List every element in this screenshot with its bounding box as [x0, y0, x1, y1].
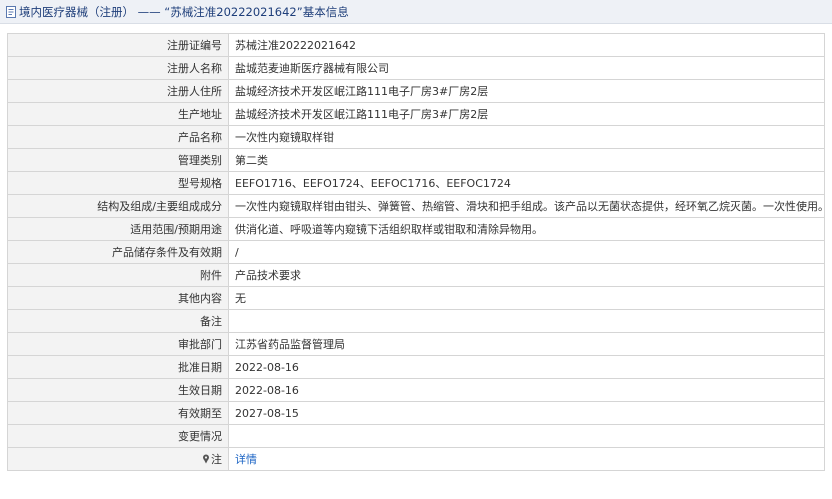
- row-label: 型号规格: [7, 171, 229, 195]
- row-value: 盐城经济技术开发区岷江路111电子厂房3#厂房2层: [228, 102, 825, 126]
- row-label: 其他内容: [7, 286, 229, 310]
- row-value: [228, 309, 825, 333]
- row-label: 附件: [7, 263, 229, 287]
- note-label-cell: 注: [7, 447, 229, 471]
- table-row: 型号规格 EEFO1716、EEFO1724、EEFOC1716、EEFOC172…: [7, 171, 825, 195]
- page-header: 境内医疗器械（注册） —— “苏械注准20222021642”基本信息: [0, 0, 832, 24]
- page-title: 境内医疗器械（注册） —— “苏械注准20222021642”基本信息: [19, 4, 349, 19]
- row-label: 产品储存条件及有效期: [7, 240, 229, 264]
- row-value: 供消化道、呼吸道等内窥镜下活组织取样或钳取和清除异物用。: [228, 217, 825, 241]
- row-label: 适用范围/预期用途: [7, 217, 229, 241]
- table-row: 注册人住所 盐城经济技术开发区岷江路111电子厂房3#厂房2层: [7, 79, 825, 103]
- row-label: 批准日期: [7, 355, 229, 379]
- row-value: 一次性内窥镜取样钳: [228, 125, 825, 149]
- table-row: 有效期至 2027-08-15: [7, 401, 825, 425]
- row-value: 江苏省药品监督管理局: [228, 332, 825, 356]
- details-link[interactable]: 详情: [235, 453, 257, 466]
- table-row: 批准日期 2022-08-16: [7, 355, 825, 379]
- row-value: 盐城经济技术开发区岷江路111电子厂房3#厂房2层: [228, 79, 825, 103]
- row-value: 苏械注准20222021642: [228, 33, 825, 57]
- row-value: [228, 424, 825, 448]
- row-label: 备注: [7, 309, 229, 333]
- row-label: 注册人名称: [7, 56, 229, 80]
- table-row: 结构及组成/主要组成成分 一次性内窥镜取样钳由钳头、弹簧管、热缩管、滑块和把手组成…: [7, 194, 825, 218]
- row-label: 审批部门: [7, 332, 229, 356]
- note-value-cell: 详情: [228, 447, 825, 471]
- table-row: 审批部门 江苏省药品监督管理局: [7, 332, 825, 356]
- row-value: 盐城范麦迪斯医疗器械有限公司: [228, 56, 825, 80]
- table-row: 注册人名称 盐城范麦迪斯医疗器械有限公司: [7, 56, 825, 80]
- info-table: 注册证编号 苏械注准20222021642 注册人名称 盐城范麦迪斯医疗器械有限公司注…: [7, 33, 825, 471]
- table-row: 备注: [7, 309, 825, 333]
- row-label: 生产地址: [7, 102, 229, 126]
- row-value: 2022-08-16: [228, 355, 825, 379]
- table-row: 变更情况: [7, 424, 825, 448]
- table-row: 生产地址 盐城经济技术开发区岷江路111电子厂房3#厂房2层: [7, 102, 825, 126]
- row-label: 管理类别: [7, 148, 229, 172]
- table-row: 其他内容无: [7, 286, 825, 310]
- row-value: 2022-08-16: [228, 378, 825, 402]
- table-row: 适用范围/预期用途 供消化道、呼吸道等内窥镜下活组织取样或钳取和清除异物用。: [7, 217, 825, 241]
- table-row: 生效日期 2022-08-16: [7, 378, 825, 402]
- table-row: 附件 产品技术要求: [7, 263, 825, 287]
- row-label: 变更情况: [7, 424, 229, 448]
- row-value: 产品技术要求: [228, 263, 825, 287]
- table-row: 产品名称 一次性内窥镜取样钳: [7, 125, 825, 149]
- row-label: 结构及组成/主要组成成分: [7, 194, 229, 218]
- table-row: 管理类别 第二类: [7, 148, 825, 172]
- table-row: 注册证编号 苏械注准20222021642: [7, 33, 825, 57]
- row-label: 注册证编号: [7, 33, 229, 57]
- row-value: 第二类: [228, 148, 825, 172]
- location-pin-icon: [203, 454, 209, 464]
- table-row: 产品储存条件及有效期 /: [7, 240, 825, 264]
- row-label: 产品名称: [7, 125, 229, 149]
- row-label: 注册人住所: [7, 79, 229, 103]
- note-row: 注详情: [7, 447, 825, 471]
- row-label: 生效日期: [7, 378, 229, 402]
- row-value: EEFO1716、EEFO1724、EEFOC1716、EEFOC1724: [228, 171, 825, 195]
- row-value: 2027-08-15: [228, 401, 825, 425]
- row-value: /: [228, 240, 825, 264]
- note-label: 注: [211, 453, 222, 466]
- document-icon: [6, 5, 16, 18]
- row-value: 一次性内窥镜取样钳由钳头、弹簧管、热缩管、滑块和把手组成。该产品以无菌状态提供，…: [228, 194, 825, 218]
- row-value: 无: [228, 286, 825, 310]
- row-label: 有效期至: [7, 401, 229, 425]
